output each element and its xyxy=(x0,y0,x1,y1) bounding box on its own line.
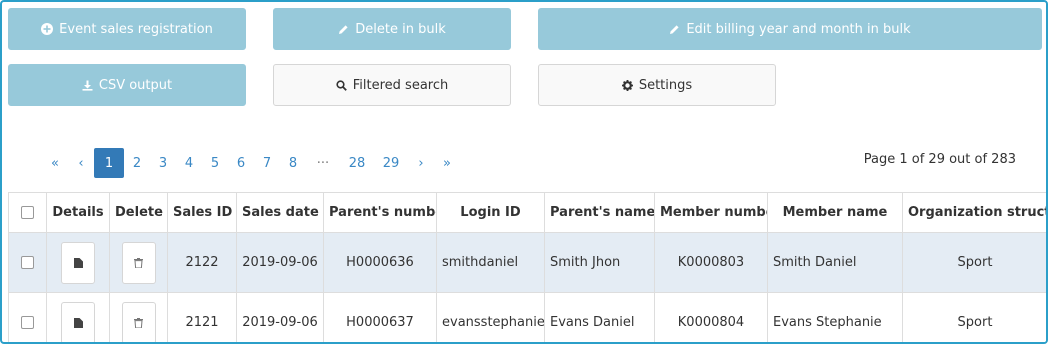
settings-label: Settings xyxy=(638,77,693,93)
page-link-7[interactable]: 7 xyxy=(254,148,280,178)
login-id-cell: evansstephanie xyxy=(436,292,545,342)
page-link-4[interactable]: 4 xyxy=(176,148,202,178)
column-header[interactable]: Login ID xyxy=(436,192,545,233)
download-icon xyxy=(82,80,93,91)
event-sales-registration-button[interactable]: Event sales registration xyxy=(8,8,246,50)
member-name-cell: Smith Daniel xyxy=(767,232,903,293)
delete-cell xyxy=(109,232,168,293)
edit-billing-in-bulk-button[interactable]: Edit billing year and month in bulk xyxy=(538,8,1042,50)
edit-billing-in-bulk-label: Edit billing year and month in bulk xyxy=(686,21,911,37)
event-sales-registration-label: Event sales registration xyxy=(59,21,213,37)
pencil-icon xyxy=(669,24,680,35)
column-header[interactable]: Member number xyxy=(654,192,768,233)
page-link-6[interactable]: 6 xyxy=(228,148,254,178)
member-number-cell: K0000803 xyxy=(654,232,768,293)
member-name-cell: Evans Stephanie xyxy=(767,292,903,342)
details-cell xyxy=(46,232,110,293)
column-header[interactable]: Parent's number xyxy=(323,192,437,233)
column-header: Details xyxy=(46,192,110,233)
table-header-row: Details Delete Sales ID Sales date Paren… xyxy=(8,192,1046,233)
login-id-cell: smithdaniel xyxy=(436,232,545,293)
delete-in-bulk-label: Delete in bulk xyxy=(355,21,446,37)
parent-name-cell: Smith Jhon xyxy=(544,232,655,293)
table-row: 2121 2019-09-06 H0000637 evansstephanie … xyxy=(8,292,1046,342)
column-header[interactable]: Sales date xyxy=(236,192,324,233)
csv-output-label: CSV output xyxy=(98,77,173,93)
select-all-header[interactable] xyxy=(8,192,47,233)
column-header[interactable]: Organization structu xyxy=(902,192,1046,233)
parent-number-cell: H0000636 xyxy=(323,232,437,293)
row-select-cell xyxy=(8,292,47,342)
sales-panel: Event sales registration Delete in bulk … xyxy=(0,0,1048,344)
details-button[interactable] xyxy=(61,301,95,342)
organization-cell: Sport xyxy=(902,232,1046,293)
delete-cell xyxy=(109,292,168,342)
column-header[interactable]: Parent's name xyxy=(544,192,655,233)
delete-button[interactable] xyxy=(121,301,156,342)
row-checkbox[interactable] xyxy=(21,316,34,329)
filtered-search-button[interactable]: Filtered search xyxy=(273,64,511,106)
sales-table: Details Delete Sales ID Sales date Paren… xyxy=(8,192,1046,342)
plus-circle-icon xyxy=(41,23,54,35)
settings-button[interactable]: Settings xyxy=(538,64,776,106)
select-all-checkbox[interactable] xyxy=(21,206,34,219)
next-page-link[interactable]: › xyxy=(408,148,434,178)
details-button[interactable] xyxy=(61,241,95,284)
delete-in-bulk-button[interactable]: Delete in bulk xyxy=(273,8,511,50)
file-icon xyxy=(73,257,83,268)
row-select-cell xyxy=(8,232,47,293)
organization-cell: Sport xyxy=(902,292,1046,342)
sales-id-cell: 2122 xyxy=(167,232,237,293)
first-page-link[interactable]: « xyxy=(42,148,68,178)
column-header[interactable]: Member name xyxy=(767,192,903,233)
file-icon xyxy=(73,317,83,328)
parent-name-cell: Evans Daniel xyxy=(544,292,655,342)
page-info: Page 1 of 29 out of 283 xyxy=(863,152,1016,167)
csv-output-button[interactable]: CSV output xyxy=(8,64,246,106)
sales-id-cell: 2121 xyxy=(167,292,237,342)
page-link-2[interactable]: 2 xyxy=(124,148,150,178)
trash-icon xyxy=(134,257,143,268)
pencil-icon xyxy=(338,24,349,35)
sales-date-cell: 2019-09-06 xyxy=(236,232,324,293)
page-link-5[interactable]: 5 xyxy=(202,148,228,178)
page-link-3[interactable]: 3 xyxy=(150,148,176,178)
filtered-search-label: Filtered search xyxy=(352,77,449,93)
gear-icon xyxy=(621,79,633,91)
page-link-28[interactable]: 28 xyxy=(340,148,374,178)
sales-date-cell: 2019-09-06 xyxy=(236,292,324,342)
delete-button[interactable] xyxy=(121,241,156,284)
column-header: Delete xyxy=(109,192,168,233)
trash-icon xyxy=(134,317,143,328)
column-header[interactable]: Sales ID xyxy=(167,192,237,233)
pagination-ellipsis: ··· xyxy=(316,155,330,171)
page-link-1[interactable]: 1 xyxy=(94,148,124,178)
row-checkbox[interactable] xyxy=(21,256,34,269)
page-link-8[interactable]: 8 xyxy=(280,148,306,178)
prev-page-link[interactable]: ‹ xyxy=(68,148,94,178)
last-page-link[interactable]: » xyxy=(434,148,460,178)
search-icon xyxy=(336,79,347,91)
details-cell xyxy=(46,292,110,342)
parent-number-cell: H0000637 xyxy=(323,292,437,342)
pagination: « ‹ 1 2 3 4 5 6 7 8 ··· 28 29 › » xyxy=(42,148,460,178)
table-row: 2122 2019-09-06 H0000636 smithdaniel Smi… xyxy=(8,232,1046,293)
member-number-cell: K0000804 xyxy=(654,292,768,342)
page-link-29[interactable]: 29 xyxy=(374,148,408,178)
